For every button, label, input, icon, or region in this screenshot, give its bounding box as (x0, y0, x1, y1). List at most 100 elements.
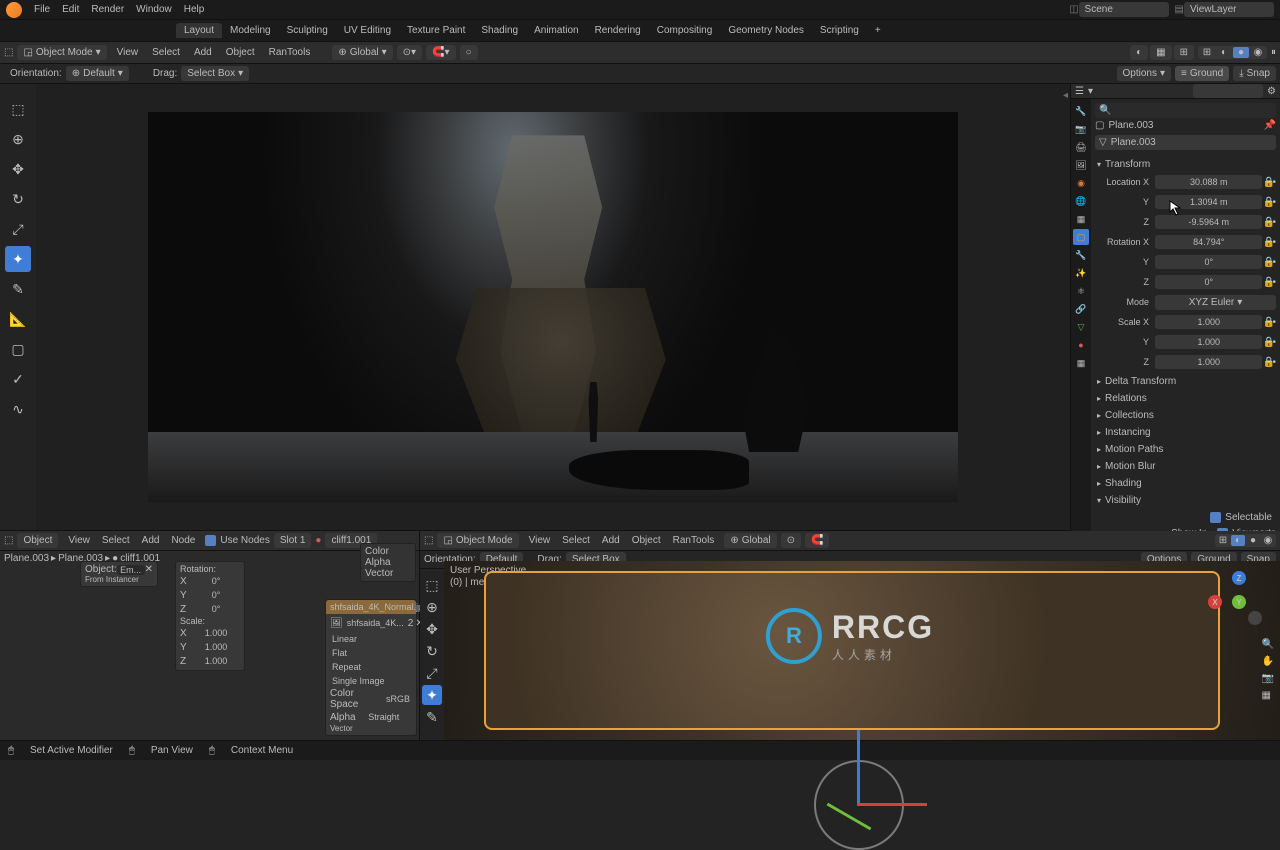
scale-x[interactable]: 1.000 (1155, 315, 1262, 329)
pin-icon[interactable]: 📌 (1264, 120, 1276, 131)
node-image-texture[interactable]: shfsaida_4K_Normal.jpg 🖼shfsaida_4K...2✕… (325, 599, 417, 736)
workspace-tab-rendering[interactable]: Rendering (587, 23, 649, 38)
menu-window[interactable]: Window (130, 0, 178, 19)
scene-dropdown[interactable]: Scene (1079, 2, 1169, 17)
loc-x[interactable]: 30.088 m (1155, 175, 1262, 189)
vp2-tool-select[interactable]: ⬚ (422, 575, 442, 595)
menu-add[interactable]: Add (188, 47, 218, 58)
tool-scale[interactable]: ⤢ (5, 216, 31, 242)
prop-tab-physics[interactable]: ⚛ (1073, 283, 1089, 299)
shading-modes[interactable]: ⊞ ◐ ● ◉ (1198, 46, 1267, 59)
proportional-edit[interactable]: ○ (460, 45, 478, 60)
menu-select[interactable]: Select (556, 535, 596, 546)
workspace-tab-shading[interactable]: Shading (473, 23, 526, 38)
tool-rotate[interactable]: ↻ (5, 186, 31, 212)
menu-select[interactable]: Select (96, 535, 136, 546)
prop-tab-material[interactable]: ● (1073, 337, 1089, 353)
rotation-mode[interactable]: XYZ Euler▾ (1155, 295, 1276, 310)
loc-z[interactable]: -9.5964 m (1155, 215, 1262, 229)
panel-collections[interactable]: Collections (1095, 407, 1276, 424)
vp2-tool-annotate[interactable]: ✎ (422, 707, 442, 727)
panel-motion-paths[interactable]: Motion Paths (1095, 441, 1276, 458)
menu-help[interactable]: Help (178, 0, 211, 19)
viewport-3d[interactable]: ◂ (36, 84, 1070, 530)
tool-cursor[interactable]: ⊕ (5, 126, 31, 152)
drag-dropdown[interactable]: Select Box▾ (181, 66, 249, 81)
menu-view[interactable]: View (111, 47, 145, 58)
hand-icon[interactable]: ✋ (1262, 656, 1274, 667)
ground-button[interactable]: ≡Ground (1175, 66, 1229, 81)
node-mapping-vec[interactable]: Rotation: X0° Y0° Z0° Scale: X1.000 Y1.0… (175, 561, 245, 671)
menu-view[interactable]: View (62, 535, 96, 546)
add-workspace[interactable]: + (869, 25, 887, 36)
workspace-tab-layout[interactable]: Layout (176, 23, 222, 38)
rot-x[interactable]: 84.794° (1155, 235, 1262, 249)
viewport-secondary[interactable]: ⬚ ◲Object Mode ViewSelectAddObjectRanToo… (420, 531, 1280, 740)
prop-tab-world[interactable]: 🌐 (1073, 193, 1089, 209)
pivot-icon[interactable]: ⊙▾ (397, 45, 422, 60)
tool-select-box[interactable]: ⬚ (5, 96, 31, 122)
prop-tab-render[interactable]: 📷 (1073, 121, 1089, 137)
editor-type-node[interactable]: ⬚ (4, 535, 13, 546)
prop-tab-constraint[interactable]: 🔗 (1073, 301, 1089, 317)
menu-node[interactable]: Node (165, 535, 201, 546)
vp2-tool-transform[interactable]: ✦ (422, 685, 442, 705)
prop-tab-object[interactable]: ▢ (1073, 229, 1089, 245)
workspace-tab-compositing[interactable]: Compositing (649, 23, 721, 38)
workspace-tab-scripting[interactable]: Scripting (812, 23, 867, 38)
menu-view[interactable]: View (523, 535, 557, 546)
props-search[interactable] (1111, 105, 1272, 116)
options-dropdown[interactable]: Options▾ (1117, 66, 1172, 81)
prop-tab-output[interactable]: 🖨 (1073, 139, 1089, 155)
panel-shading[interactable]: Shading (1095, 475, 1276, 492)
node-mapping[interactable]: Object:Em...✕ From Instancer (80, 561, 158, 587)
tool-measure[interactable]: 📐 (5, 306, 31, 332)
vp2-tool-move[interactable]: ✥ (422, 619, 442, 639)
orientation-dropdown[interactable]: ⊕Default▾ (66, 66, 129, 81)
zoom-icon[interactable]: 🔍 (1262, 639, 1274, 650)
menu-add[interactable]: Add (596, 535, 626, 546)
vp2-tool-rotate[interactable]: ↻ (422, 641, 442, 661)
selectable-check[interactable] (1210, 512, 1221, 523)
datablock-name[interactable]: Plane.003 (1111, 137, 1156, 148)
menu-edit[interactable]: Edit (56, 0, 85, 19)
outliner-icon[interactable]: ☰ (1075, 86, 1084, 97)
mode-dropdown[interactable]: ◲Object Mode▾ (17, 45, 106, 60)
grid-icon[interactable]: ▦ (1262, 690, 1274, 701)
prop-tab-modifier[interactable]: 🔧 (1073, 247, 1089, 263)
prop-tab-data[interactable]: ▽ (1073, 319, 1089, 335)
prop-tab-scene[interactable]: ◉ (1073, 175, 1089, 191)
tool-add[interactable]: ▢ (5, 336, 31, 362)
panel-visibility[interactable]: Visibility (1095, 492, 1276, 509)
nav-gizmo[interactable]: X Y Z (1208, 571, 1268, 631)
editor-type-3d2[interactable]: ⬚ (424, 535, 433, 546)
menu-object[interactable]: Object (626, 535, 667, 546)
search-icon[interactable]: 🔍 (1099, 105, 1111, 116)
prop-tab-particle[interactable]: ✨ (1073, 265, 1089, 281)
editor-type-icon[interactable]: ⬚ (4, 47, 13, 58)
workspace-tab-texture-paint[interactable]: Texture Paint (399, 23, 473, 38)
outliner-search[interactable] (1193, 84, 1263, 98)
scale-z[interactable]: 1.000 (1155, 355, 1262, 369)
viewlayer-dropdown[interactable]: ViewLayer (1184, 2, 1274, 17)
prop-tab-collection[interactable]: ▦ (1073, 211, 1089, 227)
tool-annotate[interactable]: ✎ (5, 276, 31, 302)
scale-y[interactable]: 1.000 (1155, 335, 1262, 349)
prop-tab-texture[interactable]: ▦ (1073, 355, 1089, 371)
pause-icon[interactable]: ⏸ (1271, 47, 1276, 58)
breadcrumb-obj[interactable]: Plane.003 (4, 553, 49, 564)
tool-transform[interactable]: ✦ (5, 246, 31, 272)
vp2-tool-scale[interactable]: ⤢ (422, 663, 442, 683)
rot-z[interactable]: 0° (1155, 275, 1262, 289)
workspace-tab-geometry-nodes[interactable]: Geometry Nodes (720, 23, 812, 38)
panel-delta-transform[interactable]: Delta Transform (1095, 373, 1276, 390)
workspace-tab-sculpting[interactable]: Sculpting (279, 23, 336, 38)
panel-instancing[interactable]: Instancing (1095, 424, 1276, 441)
vp2-mode[interactable]: ◲Object Mode (437, 533, 518, 548)
menu-select[interactable]: Select (146, 47, 186, 58)
tool-extra1[interactable]: ✓ (5, 366, 31, 392)
workspace-tab-animation[interactable]: Animation (526, 23, 586, 38)
prop-tab-tool[interactable]: 🔧 (1073, 103, 1089, 119)
filter-icon[interactable]: ⚙ (1267, 86, 1276, 97)
snap-toggle[interactable]: 🧲▾ (426, 45, 455, 60)
